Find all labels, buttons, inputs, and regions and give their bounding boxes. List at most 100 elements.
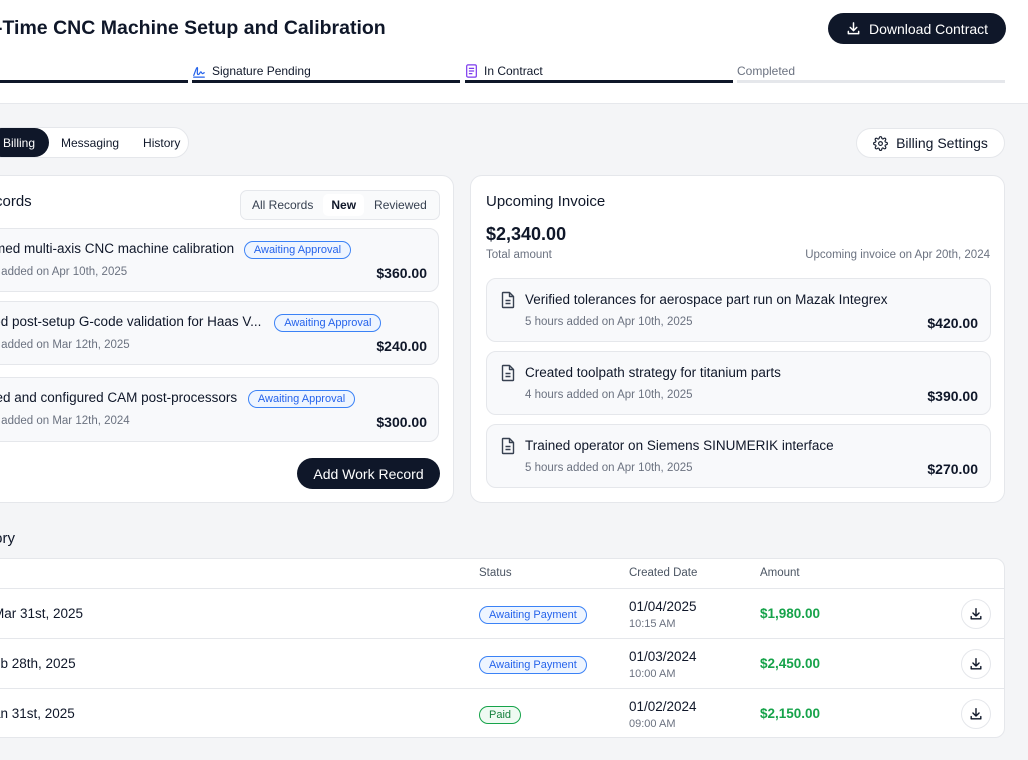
work-record-title: ated post-setup G-code validation for Ha… — [0, 314, 262, 329]
invoice-history-table: Status Created Date Amount Mar 31st, 202… — [0, 558, 1005, 738]
work-records-card: cords All Records New Reviewed ormed mul… — [0, 175, 454, 503]
invoice-period: Mar 31st, 2025 — [0, 606, 84, 621]
invoice-created-time: 10:00 AM — [629, 668, 676, 680]
table-header: Status Created Date Amount — [0, 559, 1004, 589]
invoice-created-time: 10:15 AM — [629, 618, 676, 630]
download-icon — [970, 708, 982, 720]
column-amount: Amount — [760, 567, 800, 579]
download-icon — [847, 22, 860, 35]
work-record-amount: $360.00 — [376, 265, 427, 281]
records-filter: All Records New Reviewed — [240, 190, 440, 220]
invoice-item-amount: $270.00 — [927, 461, 978, 477]
invoice-created-date: 01/02/2024 — [629, 699, 697, 714]
document-icon — [466, 63, 477, 78]
invoice-next-date: Upcoming invoice on Apr 20th, 2024 — [805, 249, 990, 261]
work-record-meta: urs added on Mar 12th, 2025 — [0, 339, 130, 351]
invoice-total-amount: $2,340.00 — [486, 224, 567, 244]
work-record-amount: $240.00 — [376, 338, 427, 354]
filter-reviewed[interactable]: Reviewed — [366, 194, 435, 216]
section-tabs: Billing Messaging History — [0, 127, 189, 158]
step-label: Completed — [737, 63, 796, 78]
step-label: Signature Pending — [212, 63, 311, 78]
status-badge: Paid — [479, 706, 522, 724]
invoice-item-meta: 4 hours added on Apr 10th, 2025 — [525, 389, 693, 401]
page-header: -Time CNC Machine Setup and Calibration … — [0, 0, 1028, 104]
work-record-item[interactable]: ormed multi-axis CNC machine calibration… — [0, 228, 439, 292]
invoice-item-title: Created toolpath strategy for titanium p… — [525, 365, 781, 380]
add-work-record-button[interactable]: Add Work Record — [297, 458, 440, 489]
document-icon — [501, 437, 515, 455]
download-contract-button[interactable]: Download Contract — [828, 13, 1006, 44]
page-title: -Time CNC Machine Setup and Calibration — [0, 17, 386, 39]
invoice-line-item[interactable]: Verified tolerances for aerospace part r… — [486, 278, 991, 342]
invoice-item-amount: $390.00 — [927, 388, 978, 404]
invoice-item-title: Trained operator on Siemens SINUMERIK in… — [525, 438, 834, 453]
invoice-period: eb 28th, 2025 — [0, 656, 76, 671]
work-record-title: alled and configured CAM post-processors — [0, 390, 238, 405]
tab-history[interactable]: History — [131, 128, 192, 157]
work-record-item[interactable]: ated post-setup G-code validation for Ha… — [0, 301, 439, 365]
work-records-title: cords — [0, 193, 32, 210]
invoice-total-label: Total amount — [486, 249, 552, 261]
work-record-meta: urs added on Apr 10th, 2025 — [0, 266, 128, 278]
upcoming-invoice-card: Upcoming Invoice $2,340.00 Total amount … — [470, 175, 1005, 503]
table-row: Mar 31st, 2025 Awaiting Payment 01/04/20… — [0, 589, 1004, 639]
invoice-created-date: 01/04/2025 — [629, 599, 697, 614]
download-contract-label: Download Contract — [868, 20, 989, 37]
document-icon — [501, 291, 515, 309]
download-invoice-button[interactable] — [961, 699, 991, 729]
download-icon — [970, 608, 982, 620]
download-invoice-button[interactable] — [961, 649, 991, 679]
step-bar-pending — [737, 80, 1005, 83]
document-icon — [501, 364, 515, 382]
tab-billing[interactable]: Billing — [0, 128, 50, 157]
status-badge: Awaiting Payment — [479, 656, 587, 674]
step-bar-complete — [192, 80, 460, 83]
step-completed: Completed — [737, 59, 1005, 82]
column-created-date: Created Date — [629, 567, 698, 579]
work-record-item[interactable]: alled and configured CAM post-processors… — [0, 377, 439, 442]
invoice-amount: $1,980.00 — [760, 606, 821, 621]
billing-settings-label: Billing Settings — [896, 135, 988, 151]
work-record-title-row: ormed multi-axis CNC machine calibration… — [0, 241, 352, 259]
work-record-title: ormed multi-axis CNC machine calibration — [0, 241, 235, 256]
billing-settings-button[interactable]: Billing Settings — [856, 128, 1005, 158]
download-invoice-button[interactable] — [961, 599, 991, 629]
step-bar-complete — [465, 80, 733, 83]
invoice-item-amount: $420.00 — [927, 315, 978, 331]
work-record-title-row: alled and configured CAM post-processors… — [0, 390, 356, 408]
step-bar-complete — [0, 80, 188, 83]
invoice-line-item[interactable]: Trained operator on Siemens SINUMERIK in… — [486, 424, 991, 488]
status-badge: Awaiting Approval — [247, 390, 356, 408]
work-record-amount: $300.00 — [376, 414, 427, 430]
gear-icon — [873, 135, 888, 151]
invoice-created-time: 09:00 AM — [629, 718, 676, 730]
invoice-item-meta: 5 hours added on Apr 10th, 2025 — [525, 316, 693, 328]
invoice-item-meta: 5 hours added on Apr 10th, 2025 — [525, 462, 693, 474]
status-badge: Awaiting Approval — [243, 241, 352, 259]
table-row: eb 28th, 2025 Awaiting Payment 01/03/202… — [0, 639, 1004, 689]
upcoming-invoice-title: Upcoming Invoice — [486, 193, 606, 210]
table-row: an 31st, 2025 Paid 01/02/2024 09:00 AM $… — [0, 689, 1004, 737]
invoice-period: an 31st, 2025 — [0, 706, 75, 721]
work-record-title-row: ated post-setup G-code validation for Ha… — [0, 314, 382, 332]
column-status: Status — [479, 567, 512, 579]
work-record-meta: urs added on Mar 12th, 2024 — [0, 415, 130, 427]
filter-new[interactable]: New — [323, 194, 365, 216]
invoice-item-title: Verified tolerances for aerospace part r… — [525, 292, 888, 307]
download-icon — [970, 658, 982, 670]
invoice-history-title: tory — [0, 530, 16, 547]
step-label: In Contract — [484, 63, 543, 78]
signature-icon — [193, 66, 205, 78]
invoice-line-item[interactable]: Created toolpath strategy for titanium p… — [486, 351, 991, 415]
invoice-created-date: 01/03/2024 — [629, 649, 697, 664]
step-initial — [0, 59, 188, 82]
step-in-contract: In Contract — [465, 59, 733, 82]
tab-messaging[interactable]: Messaging — [49, 128, 131, 157]
invoice-amount: $2,150.00 — [760, 706, 821, 721]
invoice-amount: $2,450.00 — [760, 656, 821, 671]
status-badge: Awaiting Payment — [479, 606, 587, 624]
step-signature-pending: Signature Pending — [192, 59, 460, 82]
status-badge: Awaiting Approval — [274, 314, 382, 332]
filter-all-records[interactable]: All Records — [244, 194, 321, 216]
